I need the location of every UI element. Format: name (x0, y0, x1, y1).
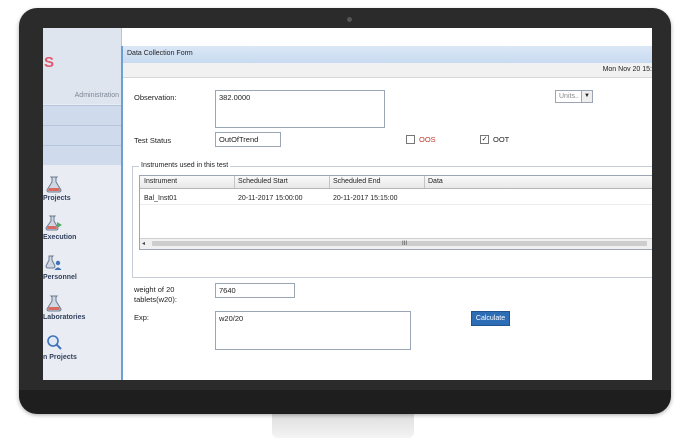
app-logo: S (44, 54, 55, 71)
scroll-grip: III (402, 241, 408, 247)
units-select[interactable]: Units.. ▼ (555, 90, 593, 103)
scrollbar-thumb[interactable] (152, 241, 647, 246)
exp-label: Exp: (134, 313, 150, 322)
oos-label: OOS (419, 135, 436, 144)
test-status-label: Test Status (134, 136, 172, 145)
cell-scheduled-end: 20-11-2017 15:15:00 (333, 195, 398, 202)
sidebar-item-label: Laboratories (43, 314, 86, 321)
weight-label-line1: weight of 20 (134, 285, 175, 294)
calculate-button[interactable]: Calculate (471, 311, 510, 326)
sidebar-item-label: Personnel (43, 274, 77, 281)
date-bar: Mon Nov 20 15: (123, 63, 652, 78)
instruments-group-title: Instruments used in this test (139, 162, 231, 169)
sidebar-item-projects-search[interactable]: n Projects (43, 334, 121, 374)
grid-header: Instrument Scheduled Start Scheduled End… (140, 176, 652, 189)
sidebar-header: S Administration (43, 28, 121, 104)
screen: S Administration Projects Execution Pers… (43, 28, 652, 380)
instruments-grid: Instrument Scheduled Start Scheduled End… (139, 175, 652, 250)
sidebar-item-projects[interactable]: Projects (43, 175, 121, 215)
column-header-instrument[interactable]: Instrument (144, 178, 177, 185)
flask-arrow-icon (45, 215, 62, 231)
oot-checkbox[interactable]: ✓ (480, 135, 489, 144)
data-collection-form: Data Collection Form Mon Nov 20 15: Obse… (121, 46, 652, 380)
sidebar-item-label: n Projects (43, 354, 77, 361)
exp-field[interactable]: w20/20 (215, 311, 411, 350)
sidebar-item-execution[interactable]: Execution (43, 214, 121, 254)
form-title: Data Collection Form (127, 50, 193, 57)
sidebar: S Administration Projects Execution Pers… (43, 28, 122, 380)
flask-icon (46, 176, 62, 193)
current-date: Mon Nov 20 15: (602, 66, 652, 73)
column-separator (329, 176, 330, 188)
weight-field[interactable]: 7640 (215, 283, 295, 298)
column-header-data[interactable]: Data (428, 178, 443, 185)
weight-label-line2: tablets(w20): (134, 295, 177, 304)
sidebar-band-3[interactable] (43, 145, 121, 165)
search-icon (47, 335, 62, 350)
observation-field[interactable]: 382.0000 (215, 90, 385, 128)
column-separator (234, 176, 235, 188)
sidebar-band-1[interactable] (43, 105, 121, 125)
people-icon (45, 255, 62, 270)
column-header-scheduled-start[interactable]: Scheduled Start (238, 178, 288, 185)
chevron-down-icon: ▼ (581, 91, 592, 102)
sidebar-item-personnel[interactable]: Personnel (43, 254, 121, 294)
camera-icon (347, 17, 352, 22)
sidebar-band-2[interactable] (43, 125, 121, 145)
sidebar-item-label: Execution (43, 234, 77, 241)
monitor-chin (19, 390, 671, 414)
form-title-bar: Data Collection Form (123, 46, 652, 64)
cell-scheduled-start: 20-11-2017 15:00:00 (238, 195, 303, 202)
row-divider (140, 204, 652, 205)
sidebar-item-label: Projects (43, 195, 71, 202)
oot-label: OOT (493, 135, 510, 144)
role-label: Administration (74, 92, 119, 99)
column-header-scheduled-end[interactable]: Scheduled End (333, 178, 380, 185)
observation-label: Observation: (134, 93, 177, 102)
units-placeholder: Units.. (559, 93, 579, 100)
column-separator (424, 176, 425, 188)
sidebar-item-laboratories[interactable]: Laboratories (43, 294, 121, 334)
scroll-left-icon[interactable]: ◂ (142, 239, 145, 249)
oos-checkbox[interactable] (406, 135, 415, 144)
flask-icon (46, 295, 62, 312)
test-status-field[interactable]: OutOfTrend (215, 132, 281, 147)
horizontal-scrollbar[interactable]: ◂ III (140, 238, 652, 249)
cell-instrument: Bal_Inst01 (144, 195, 178, 202)
